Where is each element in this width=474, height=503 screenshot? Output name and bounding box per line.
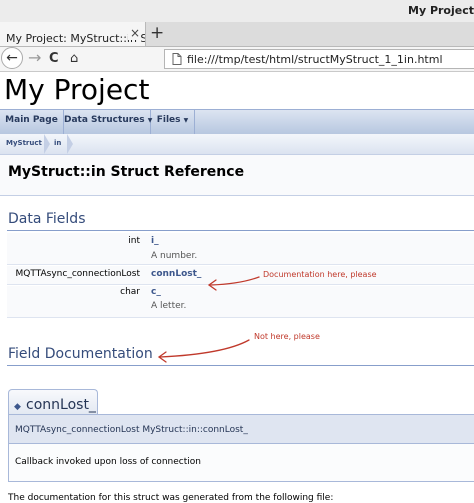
member-doc-text: Callback invoked upon loss of connection [15,457,201,467]
member-title: connLost_ [26,397,96,413]
section-divider [7,365,474,366]
annotation-arrow-icon [157,339,250,363]
annotation-arrow-icon [207,276,260,291]
prototype-text: MQTTAsync_connectionLost MyStruct::in::c… [15,425,248,435]
member-prototype: MQTTAsync_connectionLost MyStruct::in::c… [8,414,474,444]
member-documentation: Callback invoked upon loss of connection [8,444,474,482]
anchor-diamond-icon[interactable]: ◆ [14,402,21,412]
footer-generated-note: The documentation for this struct was ge… [8,493,334,503]
member-title-tab: ◆ connLost_ [8,389,98,415]
field-documentation-heading: Field Documentation [8,346,153,362]
